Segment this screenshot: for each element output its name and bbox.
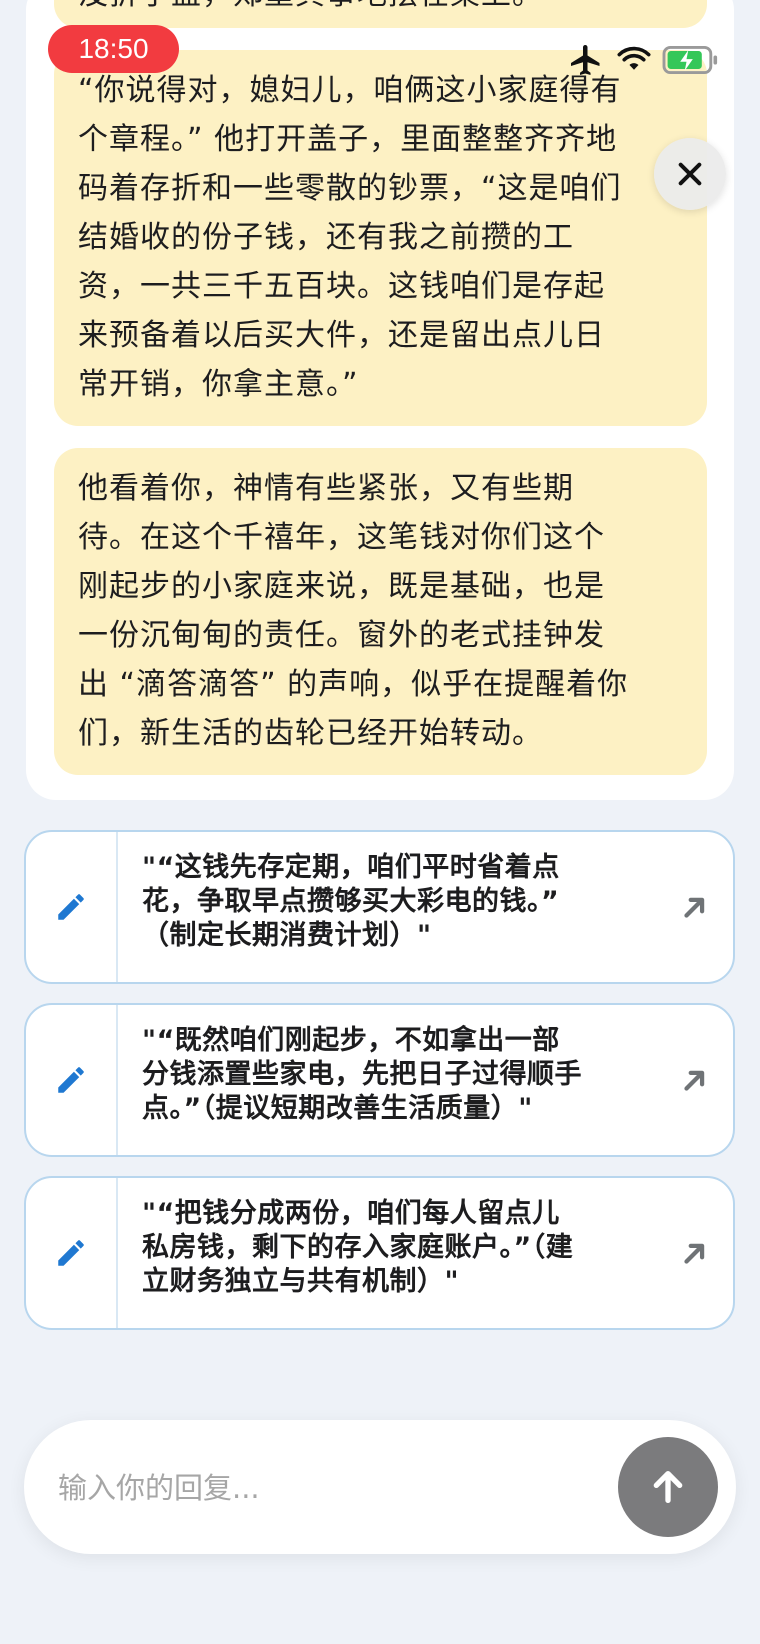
pencil-icon	[58, 1067, 84, 1093]
close-button[interactable]	[654, 138, 726, 210]
edit-option-button[interactable]	[26, 1005, 118, 1155]
send-button[interactable]	[618, 1437, 718, 1537]
status-icons	[568, 42, 728, 78]
edit-option-button[interactable]	[26, 1178, 118, 1328]
arrow-up-right-icon[interactable]	[678, 890, 712, 924]
reply-option[interactable]: "“把钱分成两份，咱们每人留点儿 私房钱，剩下的存入家庭账户。”（建 立财务独立…	[24, 1176, 735, 1330]
option-text: "“既然咱们刚起步，不如拿出一部 分钱添置些家电，先把日子过得顺手 点。”（提议…	[142, 1025, 582, 1124]
pencil-icon	[58, 1240, 84, 1266]
airplane-icon	[571, 45, 600, 75]
status-time: 18:50	[48, 25, 179, 73]
story-paragraph: “你说得对，媳妇儿，咱俩这小家庭得有 个章程。” 他打开盖子，里面整整齐齐地 码…	[54, 50, 707, 426]
reply-bar	[24, 1420, 736, 1554]
close-icon	[678, 162, 702, 186]
arrow-up-icon	[653, 1471, 683, 1503]
arrow-up-right-icon[interactable]	[678, 1063, 712, 1097]
story-paragraph: 没折子盖，郑重其事地摆在桌上。	[54, 0, 707, 28]
edit-option-button[interactable]	[26, 832, 118, 982]
reply-input[interactable]	[56, 1460, 580, 1516]
option-text: "“这钱先存定期，咱们平时省着点 花，争取早点攒够买大彩电的钱。” （制定长期消…	[142, 852, 560, 951]
option-text: "“把钱分成两份，咱们每人留点儿 私房钱，剩下的存入家庭账户。”（建 立财务独立…	[142, 1198, 574, 1297]
battery-charging-icon	[662, 45, 718, 75]
reply-option[interactable]: "“这钱先存定期，咱们平时省着点 花，争取早点攒够买大彩电的钱。” （制定长期消…	[24, 830, 735, 984]
story-paragraph: 他看着你，神情有些紧张，又有些期 待。在这个千禧年，这笔钱对你们这个 刚起步的小…	[54, 448, 707, 775]
wifi-icon	[617, 46, 651, 70]
pencil-icon	[58, 894, 84, 920]
reply-option[interactable]: "“既然咱们刚起步，不如拿出一部 分钱添置些家电，先把日子过得顺手 点。”（提议…	[24, 1003, 735, 1157]
arrow-up-right-icon[interactable]	[678, 1236, 712, 1270]
